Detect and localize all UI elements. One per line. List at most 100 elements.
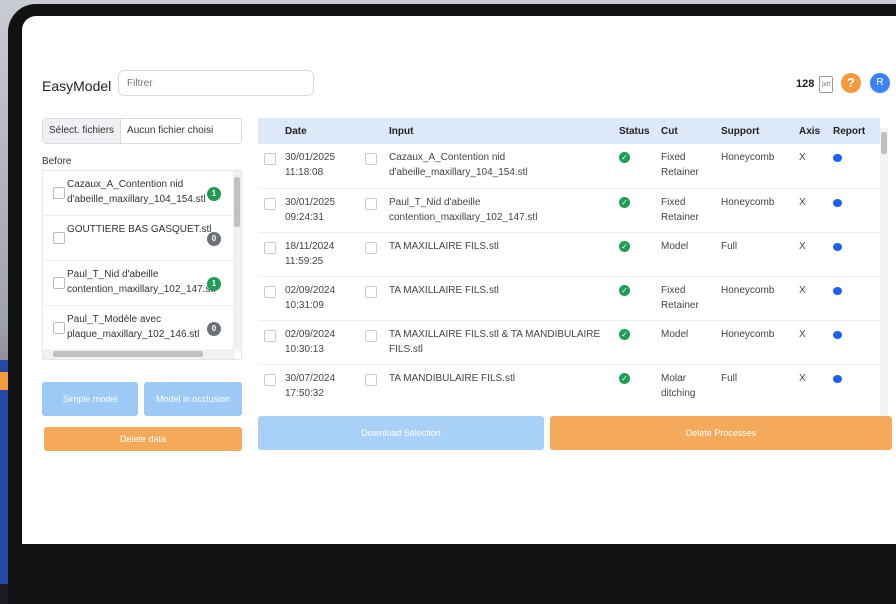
row-support: Honeycomb xyxy=(721,328,775,340)
table-row[interactable]: 30/01/2025 11:18:08 Cazaux_A_Contention n… xyxy=(258,144,880,188)
file-name: Paul_T_Nid d'abeille contention_maxillar… xyxy=(67,269,216,295)
table-row[interactable]: 30/01/2025 09:24:31 Paul_T_Nid d'abeille … xyxy=(258,188,880,232)
file-list-item[interactable]: GOUTTIERE BAS GASQUET.stl 0 xyxy=(43,216,241,261)
download-selection-button[interactable]: Download Selection xyxy=(258,416,544,450)
row-input: Paul_T_Nid d'abeille contention_maxillar… xyxy=(389,196,538,223)
before-label: Before xyxy=(42,156,72,167)
report-icon[interactable] xyxy=(833,154,842,162)
row-support: Honeycomb xyxy=(721,152,775,163)
row-support: Full xyxy=(721,372,738,384)
status-ok-icon: ✓ xyxy=(619,372,630,384)
row-date: 30/01/2025 xyxy=(285,152,336,163)
input-checkbox[interactable] xyxy=(365,329,377,342)
status-ok-icon: ✓ xyxy=(619,284,630,296)
row-cut: Model xyxy=(661,240,689,252)
column-header-support[interactable]: Support xyxy=(720,118,798,144)
input-checkbox[interactable] xyxy=(365,373,377,386)
file-checkbox[interactable] xyxy=(53,232,65,244)
row-axis: X xyxy=(799,196,806,208)
column-header-cut[interactable]: Cut xyxy=(660,118,720,144)
table-row[interactable]: 02/09/2024 10:30:13 TA MAXILLAIRE FILS.st… xyxy=(258,320,880,364)
input-checkbox[interactable] xyxy=(365,197,377,210)
row-axis: X xyxy=(799,372,806,384)
row-input: TA MAXILLAIRE FILS.stl & TA MANDIBULAIRE… xyxy=(389,328,601,355)
app-screen: EasyModel 128 pdf ? R Sélect. fichiers A… xyxy=(22,16,896,544)
row-time: 17:50:32 xyxy=(285,387,324,399)
status-ok-icon: ✓ xyxy=(619,152,630,163)
file-picker[interactable]: Sélect. fichiers Aucun fichier choisi xyxy=(42,118,242,144)
row-checkbox[interactable] xyxy=(264,197,276,210)
file-checkbox[interactable] xyxy=(53,187,65,199)
column-header-report[interactable]: Report xyxy=(832,118,880,144)
column-header-axis[interactable]: Axis xyxy=(798,118,832,144)
help-icon[interactable]: ? xyxy=(841,73,861,93)
status-ok-icon: ✓ xyxy=(619,196,630,208)
credits-count: 128 xyxy=(796,78,815,90)
row-axis: X xyxy=(799,284,806,296)
file-checkbox[interactable] xyxy=(53,277,65,289)
row-checkbox[interactable] xyxy=(264,329,276,342)
pdf-icon: pdf xyxy=(819,76,833,93)
table-row[interactable]: 02/09/2024 10:31:09 TA MAXILLAIRE FILS.st… xyxy=(258,276,880,320)
column-header-input[interactable]: Input xyxy=(388,118,618,144)
row-checkbox[interactable] xyxy=(264,373,276,386)
delete-data-button[interactable]: Delete data xyxy=(44,427,242,451)
row-cut: Fixed Retainer xyxy=(661,284,699,311)
report-icon[interactable] xyxy=(833,374,842,383)
input-checkbox[interactable] xyxy=(365,153,377,165)
row-cut: Model xyxy=(661,328,689,340)
row-cut: Molar ditching xyxy=(661,372,696,399)
model-in-occlusion-button[interactable]: Model in occlusion xyxy=(144,382,242,416)
file-name: Cazaux_A_Contention nid d'abeille_maxill… xyxy=(67,179,206,205)
file-count-badge: 0 xyxy=(207,232,221,246)
file-list-item[interactable]: Paul_T_Nid d'abeille contention_maxillar… xyxy=(43,261,241,306)
simple-model-button[interactable]: Simple model xyxy=(42,382,138,416)
column-header-status[interactable]: Status xyxy=(618,118,660,144)
row-axis: X xyxy=(799,240,806,252)
column-header-date[interactable]: Date xyxy=(284,118,364,144)
row-support: Honeycomb xyxy=(721,284,775,296)
input-checkbox[interactable] xyxy=(365,285,377,298)
row-input: TA MAXILLAIRE FILS.stl xyxy=(389,240,499,252)
scrollbar-thumb[interactable] xyxy=(881,132,887,154)
select-files-button[interactable]: Sélect. fichiers xyxy=(43,119,122,143)
scrollbar-thumb[interactable] xyxy=(53,351,203,357)
status-ok-icon: ✓ xyxy=(619,328,630,340)
file-list-vertical-scrollbar[interactable] xyxy=(233,171,241,349)
scrollbar-thumb[interactable] xyxy=(234,177,240,227)
row-cut: Fixed Retainer xyxy=(661,196,699,223)
row-input: TA MANDIBULAIRE FILS.stl xyxy=(389,372,515,384)
file-count-badge: 0 xyxy=(207,322,221,336)
report-icon[interactable] xyxy=(833,330,842,339)
table-row[interactable]: 18/11/2024 11:59:25 TA MAXILLAIRE FILS.st… xyxy=(258,232,880,276)
file-list-horizontal-scrollbar[interactable] xyxy=(43,349,235,359)
report-icon[interactable] xyxy=(833,198,842,207)
row-date: 18/11/2024 xyxy=(285,240,335,252)
table-header-row: Date Input Status Cut Support Axis Repor… xyxy=(258,118,880,144)
input-checkbox[interactable] xyxy=(365,241,377,254)
delete-processes-button[interactable]: Delete Processes xyxy=(550,416,892,450)
row-checkbox[interactable] xyxy=(264,285,276,298)
status-ok-icon: ✓ xyxy=(619,240,630,252)
row-support: Full xyxy=(721,240,738,252)
file-list-item[interactable]: Paul_T_Modèle avec plaque_maxillary_102_… xyxy=(43,306,241,351)
report-icon[interactable] xyxy=(833,242,842,251)
row-time: 09:24:31 xyxy=(285,211,324,223)
row-date: 30/07/2024 xyxy=(285,372,336,384)
row-checkbox[interactable] xyxy=(264,153,276,165)
file-list: Cazaux_A_Contention nid d'abeille_maxill… xyxy=(42,170,242,360)
app-header: EasyModel 128 pdf ? R xyxy=(22,70,896,102)
file-list-item[interactable]: Cazaux_A_Contention nid d'abeille_maxill… xyxy=(43,171,241,216)
table-row[interactable]: 30/07/2024 17:50:32 TA MANDIBULAIRE FILS.… xyxy=(258,364,880,408)
row-axis: X xyxy=(799,328,806,340)
file-checkbox[interactable] xyxy=(53,322,65,334)
table-vertical-scrollbar[interactable] xyxy=(880,128,888,418)
report-icon[interactable] xyxy=(833,286,842,295)
avatar[interactable]: R xyxy=(870,73,890,93)
row-input: Cazaux_A_Contention nid d'abeille_maxill… xyxy=(389,152,528,178)
processes-table: Date Input Status Cut Support Axis Repor… xyxy=(258,118,890,408)
row-checkbox[interactable] xyxy=(264,241,276,254)
row-date: 02/09/2024 xyxy=(285,328,336,340)
filter-input[interactable] xyxy=(118,70,314,96)
file-count-badge: 1 xyxy=(207,187,221,201)
